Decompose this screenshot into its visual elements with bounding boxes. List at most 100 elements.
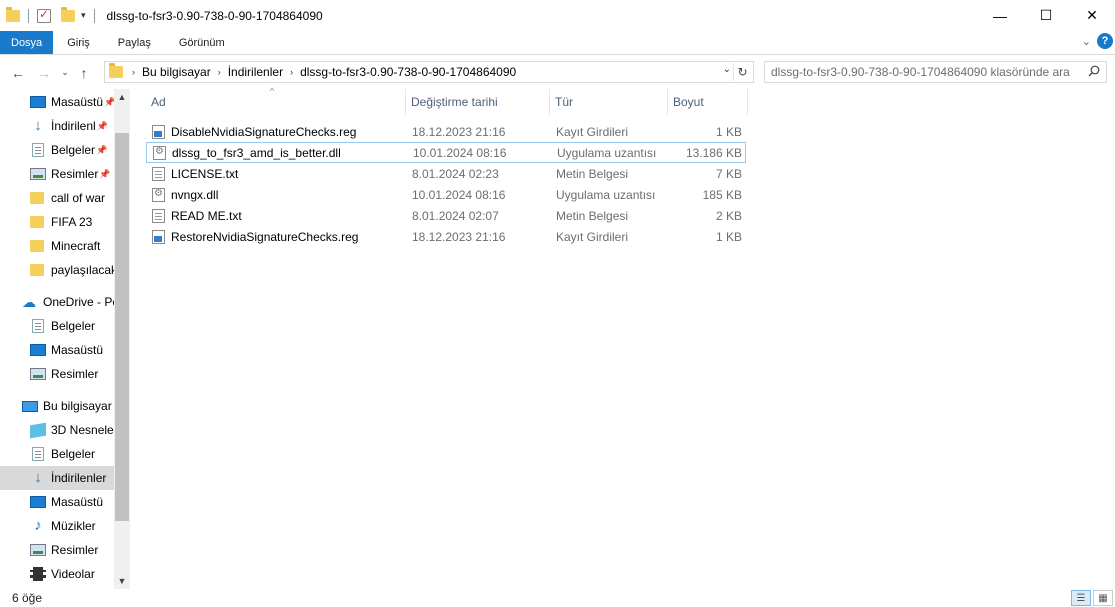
sidebar-item-onedrive[interactable]: ☁ OneDrive - Pe (0, 290, 114, 314)
sidebar-item-downloads-pinned[interactable]: ↓ İndirilenl 📌 (0, 114, 114, 138)
sidebar-item-downloads[interactable]: ↓ İndirilenler (0, 466, 114, 490)
chevron-right-icon[interactable]: › (218, 67, 221, 77)
pin-icon: 📌 (104, 96, 114, 107)
recent-locations-button[interactable]: ⌄ (58, 67, 72, 78)
customize-toolbar-icon[interactable]: ▾ (81, 10, 86, 21)
sidebar-item-label: call of war (51, 191, 106, 205)
chevron-right-icon[interactable]: › (132, 67, 135, 77)
sidebar-item-call-of-war[interactable]: call of war (0, 186, 114, 210)
maximize-button[interactable]: ☐ (1023, 0, 1069, 31)
back-button[interactable]: ← (8, 65, 28, 81)
file-name: READ ME.txt (171, 208, 242, 223)
sidebar-item-videos[interactable]: Videolar (0, 562, 114, 586)
sidebar-item-label: Minecraft (51, 239, 101, 253)
help-icon[interactable]: ? (1097, 33, 1113, 49)
file-date: 18.12.2023 21:16 (412, 124, 506, 139)
sidebar-item-label: Masaüstü (51, 95, 104, 109)
sidebar-item-pictures[interactable]: Resimler (0, 538, 114, 562)
sidebar-item-fifa-23[interactable]: FIFA 23 (0, 210, 114, 234)
sidebar-item-onedrive-documents[interactable]: Belgeler (0, 314, 114, 338)
document-icon (32, 143, 44, 157)
sidebar-item-label: Resimler (51, 367, 99, 381)
sidebar-item-desktop-pinned[interactable]: Masaüstü 📌 (0, 90, 114, 114)
expand-ribbon-icon[interactable]: ⌄ (1082, 35, 1091, 48)
table-row[interactable]: LICENSE.txt 8.01.2024 02:23 Metin Belges… (146, 163, 746, 184)
computer-icon (22, 400, 38, 412)
navigation-scrollbar[interactable]: ▲ ▼ (114, 89, 130, 589)
search-input[interactable]: dlssg-to-fsr3-0.90-738-0-90-1704864090 k… (764, 61, 1107, 83)
sidebar-item-onedrive-desktop[interactable]: Masaüstü (0, 338, 114, 362)
table-row[interactable]: nvngx.dll 10.01.2024 08:16 Uygulama uzan… (146, 184, 746, 205)
breadcrumb-current-folder[interactable]: dlssg-to-fsr3-0.90-738-0-90-1704864090 (300, 65, 516, 79)
properties-icon[interactable] (37, 7, 51, 23)
video-icon (30, 567, 46, 581)
sidebar-item-documents[interactable]: Belgeler (0, 442, 114, 466)
chevron-right-icon[interactable]: › (290, 67, 293, 77)
sidebar-item-music[interactable]: ♪ Müzikler (0, 514, 114, 538)
large-icons-view-icon[interactable]: ▦ (1093, 590, 1113, 606)
file-name: DisableNvidiaSignatureChecks.reg (171, 124, 357, 139)
scrollbar-thumb[interactable] (115, 133, 129, 521)
sidebar-item-label: Resimler (51, 167, 99, 181)
table-row-focused[interactable]: dlssg_to_fsr3_amd_is_better.dll 10.01.20… (146, 142, 746, 163)
file-name: nvngx.dll (171, 187, 219, 202)
table-row[interactable]: RestoreNvidiaSignatureChecks.reg 18.12.2… (146, 226, 746, 247)
file-date: 8.01.2024 02:07 (412, 208, 499, 223)
close-button[interactable]: ✕ (1069, 0, 1115, 31)
breadcrumb-this-pc[interactable]: Bu bilgisayar (142, 65, 211, 79)
search-icon[interactable] (1088, 65, 1100, 77)
refresh-icon[interactable]: ↻ (733, 63, 751, 81)
forward-button[interactable]: → (34, 65, 54, 81)
file-type: Kayıt Girdileri (556, 229, 629, 244)
minimize-button[interactable]: — (977, 0, 1023, 31)
file-type: Metin Belgesi (556, 208, 629, 223)
sidebar-item-onedrive-pictures[interactable]: Resimler (0, 362, 114, 386)
download-icon: ↓ (34, 469, 42, 486)
tab-view[interactable]: Görünüm (165, 31, 239, 54)
file-size: 13.186 KB (685, 145, 742, 160)
sidebar-item-minecraft[interactable]: Minecraft (0, 234, 114, 258)
chevron-down-icon[interactable]: ⌄ (723, 64, 731, 75)
tab-share[interactable]: Paylaş (104, 31, 165, 54)
column-header-date[interactable]: Değiştirme tarihi (406, 89, 550, 115)
sidebar-item-label: paylaşılacak (51, 263, 114, 277)
up-button[interactable]: ↑ (74, 65, 94, 81)
reg-file-icon (152, 229, 165, 244)
ribbon-tabs: Dosya Giriş Paylaş Görünüm ⌄ ? (0, 31, 1115, 55)
new-folder-icon[interactable] (61, 6, 75, 22)
file-size: 1 KB (715, 124, 742, 139)
file-size: 185 KB (702, 187, 742, 202)
sidebar-item-label: Belgeler (51, 143, 96, 157)
window-title: dlssg-to-fsr3-0.90-738-0-90-1704864090 (106, 8, 323, 23)
sidebar-item-label: İndirilenler (51, 471, 107, 485)
breadcrumb-downloads[interactable]: İndirilenler (228, 65, 283, 79)
item-count: 6 öğe (12, 591, 43, 605)
scroll-down-icon[interactable]: ▼ (114, 573, 130, 589)
navigation-pane: Masaüstü 📌 ↓ İndirilenl 📌 Belgeler 📌 Res… (0, 89, 130, 589)
tab-file[interactable]: Dosya (0, 31, 54, 54)
sidebar-item-pictures-pinned[interactable]: Resimler 📌 (0, 162, 114, 186)
dll-file-icon (153, 145, 166, 160)
table-row[interactable]: READ ME.txt 8.01.2024 02:07 Metin Belges… (146, 205, 746, 226)
sidebar-item-this-pc[interactable]: Bu bilgisayar (0, 394, 114, 418)
pictures-icon (30, 544, 46, 556)
sidebar-item-paylasilacak[interactable]: paylaşılacak (0, 258, 114, 282)
tab-home[interactable]: Giriş (53, 31, 104, 54)
sidebar-item-3d-objects[interactable]: 3D Nesneler (0, 418, 114, 442)
3d-objects-icon (30, 422, 46, 438)
pictures-icon (30, 368, 46, 380)
pictures-icon (30, 168, 46, 180)
column-header-type[interactable]: Tür (550, 89, 668, 115)
scroll-up-icon[interactable]: ▲ (114, 89, 130, 105)
details-view-icon[interactable]: ☰ (1071, 590, 1091, 606)
column-header-size[interactable]: Boyut (668, 89, 748, 115)
table-row[interactable]: DisableNvidiaSignatureChecks.reg 18.12.2… (146, 121, 746, 142)
folder-icon (30, 240, 44, 252)
sidebar-item-documents-pinned[interactable]: Belgeler 📌 (0, 138, 114, 162)
address-bar[interactable]: › Bu bilgisayar › İndirilenler › dlssg-t… (104, 61, 754, 83)
column-header-name[interactable]: Ad (146, 89, 406, 115)
file-size: 2 KB (715, 208, 742, 223)
desktop-icon (30, 96, 46, 108)
sidebar-item-desktop[interactable]: Masaüstü (0, 490, 114, 514)
file-date: 18.12.2023 21:16 (412, 229, 506, 244)
